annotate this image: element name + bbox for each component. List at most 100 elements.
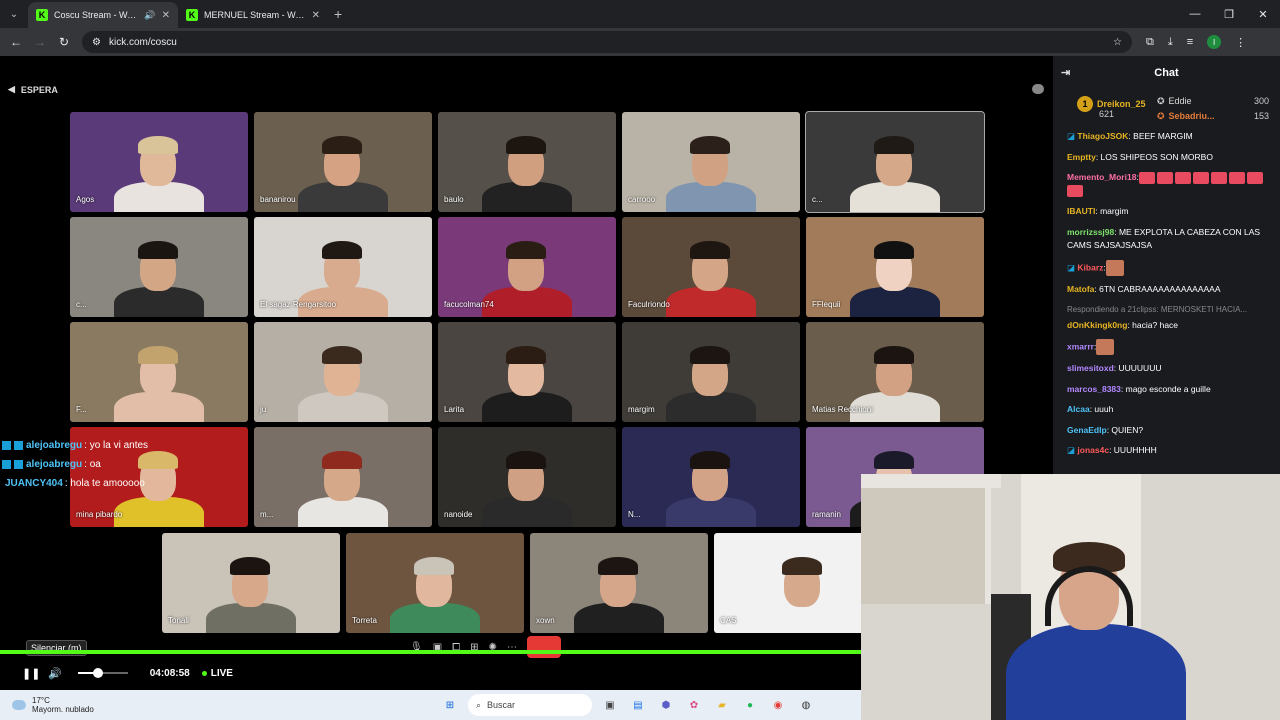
top-gifter[interactable]: 1 Dreikon_25 621 bbox=[1077, 96, 1146, 119]
chat-text: : LOS SHIPEOS SON MORBO bbox=[1095, 151, 1213, 162]
volume-knob[interactable] bbox=[92, 668, 103, 678]
chat-username[interactable]: IBAUTI bbox=[1067, 206, 1095, 216]
windows-start-icon[interactable]: ⊞ bbox=[440, 695, 460, 715]
back-button[interactable]: ← bbox=[4, 35, 28, 49]
chat-message[interactable]: GenaEdIp: QUIEN? bbox=[1067, 424, 1268, 438]
bookmark-star-icon[interactable]: ☆ bbox=[1113, 37, 1122, 48]
rank-medal-icon: 1 bbox=[1077, 96, 1093, 112]
tab-mernuel[interactable]: K MERNUEL Stream - Watch Live ✕ bbox=[178, 2, 328, 28]
stream-time: 04:08:58 bbox=[149, 667, 190, 679]
chat-message[interactable]: Respondiendo a 21clipss: MERNOSKETI HACI… bbox=[1067, 303, 1268, 332]
store-icon[interactable]: ▤ bbox=[628, 695, 648, 715]
volume-button[interactable]: 🔊 bbox=[48, 667, 62, 680]
gifter[interactable]: ✪ Eddie 300 bbox=[1157, 96, 1269, 107]
chat-username[interactable]: Matofa bbox=[1067, 284, 1094, 294]
chat-message[interactable]: marcos_8383: mago esconde a guille bbox=[1067, 383, 1268, 397]
participant-body bbox=[390, 603, 480, 633]
gifter-name: Eddie bbox=[1168, 96, 1192, 106]
participant-tile: Tonali bbox=[162, 533, 340, 633]
chat-message[interactable]: Emptty: LOS SHIPEOS SON MORBO bbox=[1067, 151, 1268, 165]
task-view-icon[interactable]: ▣ bbox=[600, 695, 620, 715]
chat-message[interactable]: ◪ ThiagoJSOK: BEEF MARGIM bbox=[1067, 130, 1268, 144]
participant-body bbox=[850, 287, 940, 317]
participant-tile: FFlequii bbox=[806, 217, 984, 317]
chat-message[interactable]: Memento_Mori18: bbox=[1067, 171, 1268, 198]
spotify-icon[interactable]: ● bbox=[740, 695, 760, 715]
participant-name: nanoide bbox=[444, 510, 473, 519]
collapse-chat-icon[interactable]: ⇥ bbox=[1061, 66, 1070, 79]
screen: ⌄ K Coscu Stream - Watch Live 🔊 ✕ K MERN… bbox=[0, 0, 1280, 720]
speech-bubble-icon[interactable] bbox=[1032, 84, 1044, 94]
volume-slider[interactable] bbox=[77, 668, 128, 678]
chat-message[interactable]: ◪ Kibarz: bbox=[1067, 259, 1268, 276]
chat-message[interactable]: xmarrr: bbox=[1067, 339, 1268, 355]
stream-progress-bar[interactable] bbox=[0, 650, 861, 654]
copilot-icon[interactable]: ✿ bbox=[684, 695, 704, 715]
tab-close-icon[interactable]: ✕ bbox=[312, 10, 320, 21]
reload-button[interactable]: ↻ bbox=[52, 35, 76, 49]
chat-username[interactable]: dOnKkingk0ng bbox=[1067, 320, 1127, 330]
participant-tile: margim bbox=[622, 322, 800, 422]
chat-username[interactable]: Alcaa bbox=[1067, 404, 1090, 414]
overlay-chat: alejoabregu : yo la vi antes alejoabregu… bbox=[2, 436, 148, 493]
participant-name: ramanin bbox=[812, 510, 841, 519]
sub-badge-icon: ◪ bbox=[1067, 131, 1078, 141]
rank-medal-icon: ✪ bbox=[1157, 96, 1165, 106]
tab-close-icon[interactable]: ✕ bbox=[162, 10, 170, 21]
new-tab-button[interactable]: + bbox=[334, 6, 342, 22]
participant-body bbox=[666, 182, 756, 212]
chat-message[interactable]: Matofa: 6TN CABRAAAAAAAAAAAAAA bbox=[1067, 283, 1268, 297]
extensions-icon[interactable]: ⧉ bbox=[1146, 36, 1154, 49]
chat-username[interactable]: slimesitoxd bbox=[1067, 363, 1114, 373]
menu-icon[interactable]: ⋮ bbox=[1235, 36, 1246, 49]
participant-body bbox=[298, 392, 388, 422]
emote-icon bbox=[1174, 171, 1191, 184]
participant-hair bbox=[506, 451, 546, 469]
participant-tile: Faculriondo bbox=[622, 217, 800, 317]
participant-hair bbox=[138, 241, 178, 259]
chat-message[interactable]: slimesitoxd: UUUUUUU bbox=[1067, 362, 1268, 376]
gifter[interactable]: ✪ Sebadriu... 153 bbox=[1157, 111, 1269, 122]
chat-username[interactable]: ThiagoJSOK bbox=[1077, 131, 1128, 141]
profile-avatar[interactable]: I bbox=[1207, 35, 1222, 49]
weather-widget[interactable]: 17°C Mayorm. nublado bbox=[12, 696, 94, 714]
obs-icon[interactable]: ◍ bbox=[796, 695, 816, 715]
file-explorer-icon[interactable]: ▰ bbox=[712, 695, 732, 715]
chat-username[interactable]: xmarrr bbox=[1067, 341, 1094, 351]
teams-icon[interactable]: ⬢ bbox=[656, 695, 676, 715]
participant-body bbox=[298, 182, 388, 212]
chat-username[interactable]: marcos_8383 bbox=[1067, 384, 1121, 394]
taskbar-search[interactable]: ⌕ Buscar bbox=[468, 694, 592, 716]
chat-username[interactable]: morrizssj98 bbox=[1067, 227, 1114, 237]
close-window-button[interactable]: ✕ bbox=[1246, 0, 1280, 28]
chat-message[interactable]: IBAUTI: margim bbox=[1067, 205, 1268, 219]
chat-username[interactable]: jonas4c bbox=[1077, 445, 1109, 455]
media-control-icon[interactable]: ≡ bbox=[1187, 36, 1193, 48]
participant-body bbox=[850, 182, 940, 212]
chat-username[interactable]: Memento_Mori18 bbox=[1067, 172, 1136, 182]
chat-message[interactable]: Alcaa: uuuh bbox=[1067, 403, 1268, 417]
gifter-name: Dreikon_25 bbox=[1097, 99, 1146, 109]
chat-message[interactable]: ◪ jonas4c: UUUHHHH bbox=[1067, 444, 1268, 458]
chrome-icon[interactable]: ◉ bbox=[768, 695, 788, 715]
chat-username[interactable]: Kibarz bbox=[1077, 262, 1103, 272]
download-icon[interactable]: ⤓ bbox=[1168, 36, 1173, 49]
forward-button[interactable]: → bbox=[28, 35, 52, 49]
site-info-icon[interactable]: ⚙ bbox=[92, 37, 101, 48]
pause-button[interactable]: ❚❚ bbox=[22, 667, 40, 680]
tab-search-icon[interactable]: ⌄ bbox=[0, 0, 28, 28]
restore-button[interactable]: ❐ bbox=[1212, 0, 1246, 28]
minimize-button[interactable]: — bbox=[1178, 0, 1212, 28]
tab-audio-icon[interactable]: 🔊 bbox=[144, 10, 155, 21]
chat-username[interactable]: GenaEdIp bbox=[1067, 425, 1107, 435]
address-bar[interactable]: ⚙ kick.com/coscu ☆ bbox=[82, 31, 1132, 53]
emote-icon bbox=[1228, 171, 1245, 184]
participant-body bbox=[114, 392, 204, 422]
search-placeholder: Buscar bbox=[487, 700, 516, 710]
tab-coscu[interactable]: K Coscu Stream - Watch Live 🔊 ✕ bbox=[28, 2, 178, 28]
participant-body bbox=[666, 497, 756, 527]
rank-medal-icon: ✪ bbox=[1157, 111, 1165, 121]
emote-icon bbox=[1192, 171, 1209, 184]
chat-message[interactable]: morrizssj98: ME EXPLOTA LA CABEZA CON LA… bbox=[1067, 226, 1268, 253]
chat-username[interactable]: Emptty bbox=[1067, 152, 1096, 162]
